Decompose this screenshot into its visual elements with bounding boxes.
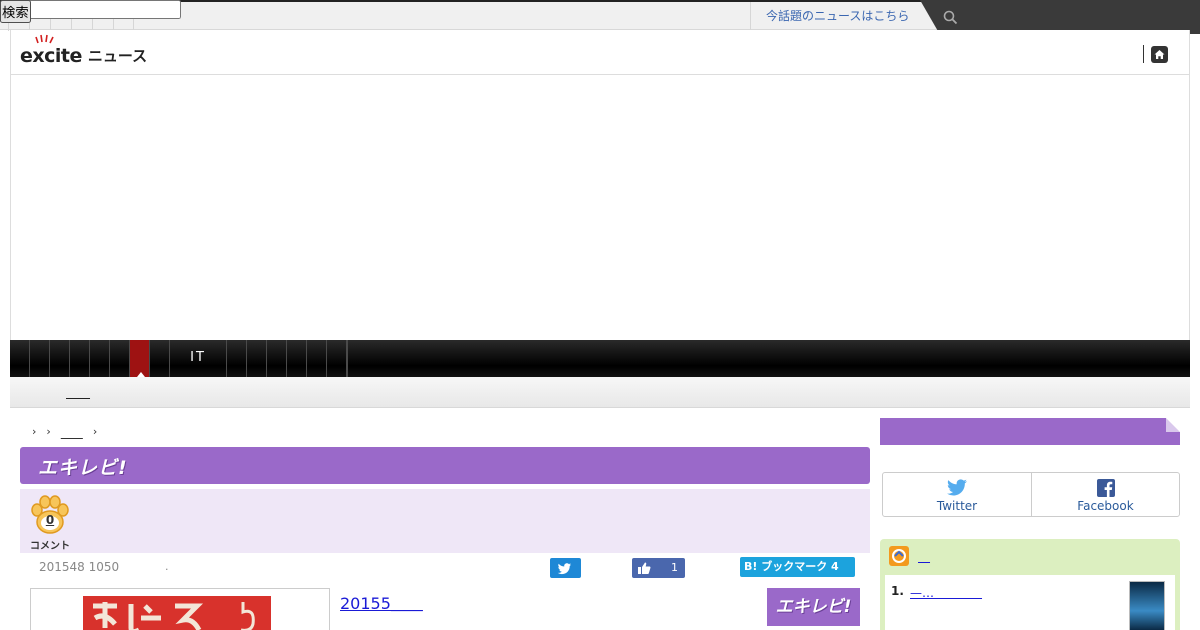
ranking-icon	[889, 546, 909, 566]
article-thumbnail[interactable]	[30, 588, 330, 630]
category-tab[interactable]	[30, 340, 50, 377]
series-badge[interactable]: エキレビ!	[767, 588, 860, 626]
category-tab[interactable]	[307, 340, 327, 377]
category-tab[interactable]	[50, 340, 70, 377]
breadcrumb-separator: ›	[46, 425, 51, 438]
twitter-bird-icon	[947, 479, 967, 496]
ranking-badge-icon	[892, 549, 906, 563]
sub-nav-link[interactable]: ＿＿	[66, 384, 90, 401]
breadcrumb: › › ＿＿ ›	[32, 425, 97, 441]
comment-area: 0 コメント	[20, 489, 870, 553]
ranking-box: ＿ 1. —…＿＿＿＿	[880, 539, 1180, 630]
series-banner[interactable]: エキレビ!	[20, 447, 870, 484]
ranking-item-title[interactable]: —…＿＿＿＿	[910, 584, 982, 601]
category-tab[interactable]	[247, 340, 267, 377]
ranking-title[interactable]: ＿	[918, 548, 930, 565]
category-tab[interactable]	[70, 340, 90, 377]
article-date: 201548 1050	[39, 560, 120, 574]
logo-rays-icon	[35, 34, 54, 44]
comment-count[interactable]: 0	[28, 513, 72, 527]
ranking-list: 1. —…＿＿＿＿	[885, 575, 1175, 630]
cover-title-glyphs	[93, 602, 255, 630]
tweet-button[interactable]	[550, 558, 581, 578]
excite-news-logo[interactable]: excite ニュース	[20, 34, 148, 68]
hatena-bookmark-button[interactable]: B! ブックマーク 4	[740, 557, 855, 577]
twitter-icon	[557, 563, 571, 575]
comment-label: コメント	[30, 541, 70, 552]
logo-section: ニュース	[87, 47, 148, 65]
sidebar-banner[interactable]	[880, 418, 1180, 445]
home-button[interactable]	[1151, 46, 1168, 63]
home-icon	[1154, 50, 1165, 59]
category-tab[interactable]	[287, 340, 307, 377]
category-tab[interactable]	[327, 340, 347, 377]
article-title-link[interactable]: 20155＿＿	[340, 590, 423, 614]
category-tab-it[interactable]: IT	[170, 340, 227, 377]
category-tab[interactable]	[150, 340, 170, 377]
category-nav: IT	[10, 340, 1190, 377]
search-button[interactable]: 検索	[0, 0, 31, 23]
search-icon	[943, 10, 958, 25]
breadcrumb-separator: ›	[32, 425, 37, 438]
share-facebook-label: Facebook	[1077, 499, 1134, 513]
share-box: Twitter Facebook	[882, 472, 1180, 517]
header-divider	[1143, 45, 1144, 63]
share-twitter-label: Twitter	[936, 499, 978, 513]
facebook-like-button[interactable]: 1	[632, 558, 685, 578]
breadcrumb-link[interactable]: ＿＿	[61, 425, 83, 441]
ranking-item-thumbnail[interactable]	[1129, 581, 1165, 630]
hot-news-link[interactable]: 今話題のニュースはこちら	[750, 2, 920, 30]
ranking-item-rank: 1.	[891, 584, 904, 598]
category-tab[interactable]	[110, 340, 130, 377]
series-logo: エキレビ!	[38, 457, 128, 479]
category-tab-active[interactable]	[130, 340, 150, 377]
category-tab[interactable]	[267, 340, 287, 377]
banner-fold-corner	[1166, 418, 1180, 432]
ad-area	[10, 75, 1190, 340]
category-tab[interactable]	[227, 340, 247, 377]
article-source: .	[165, 560, 169, 573]
site-header: excite ニュース	[10, 30, 1190, 75]
share-facebook-button[interactable]: Facebook	[1031, 473, 1179, 516]
thumbs-up-icon	[638, 562, 651, 574]
logo-brand: excite	[20, 45, 82, 67]
category-tab[interactable]	[347, 340, 348, 377]
sub-nav: ＿＿	[10, 377, 1190, 408]
like-count: 1	[671, 561, 678, 574]
category-tab[interactable]	[10, 340, 30, 377]
breadcrumb-separator: ›	[92, 425, 98, 438]
category-tab[interactable]	[90, 340, 110, 377]
book-cover-image	[83, 596, 271, 630]
search-panel	[920, 0, 1200, 34]
facebook-icon	[1096, 479, 1115, 497]
share-twitter-button[interactable]: Twitter	[883, 473, 1031, 516]
